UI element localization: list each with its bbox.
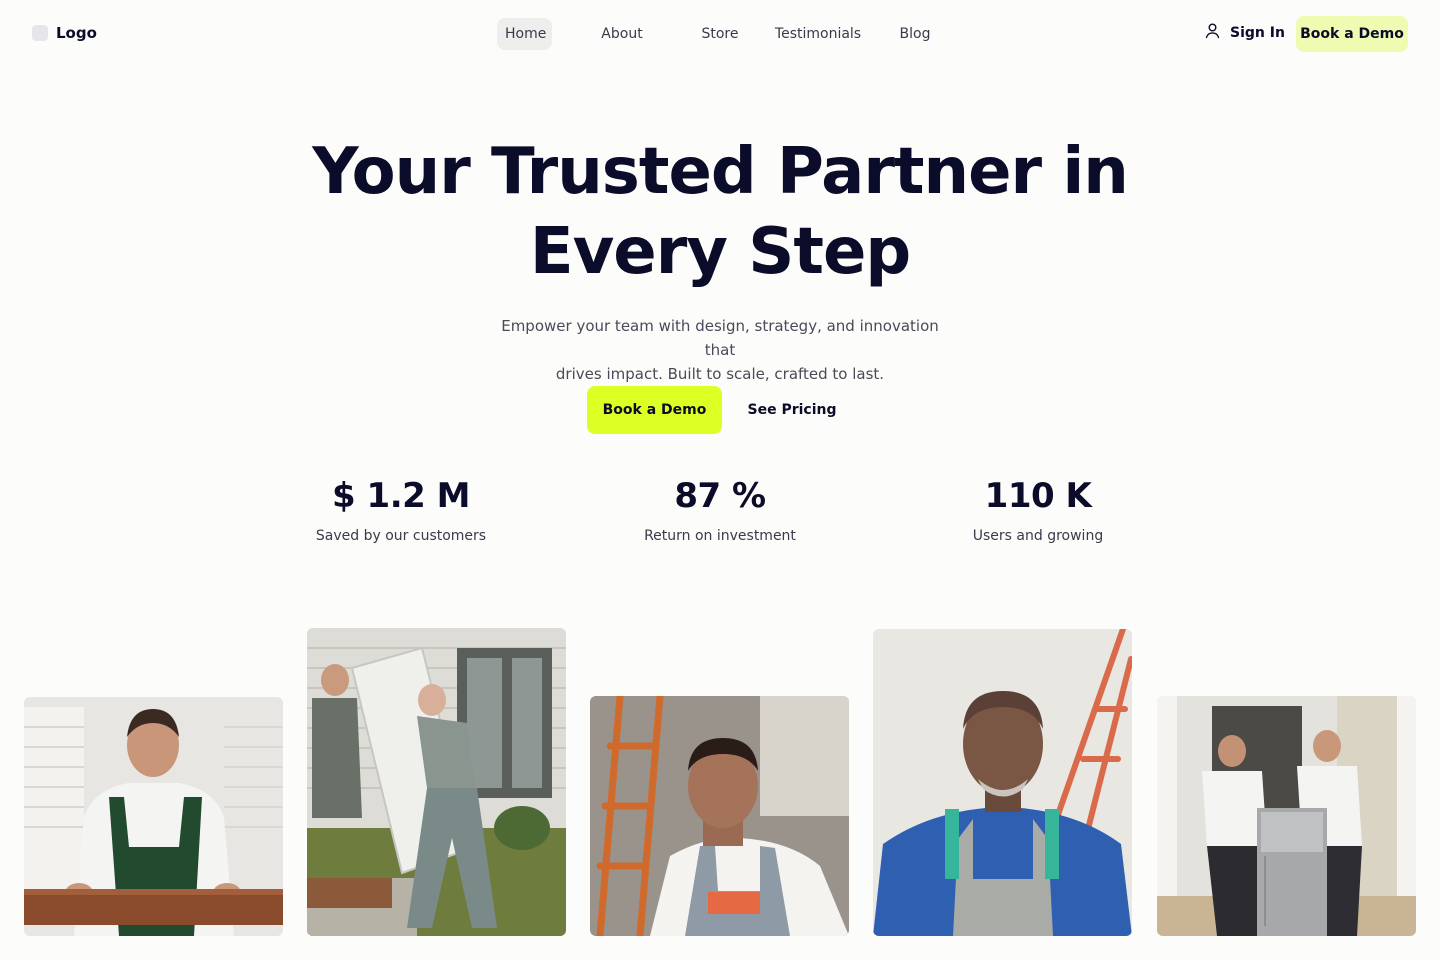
- stat-users: 110 K Users and growing: [918, 474, 1158, 544]
- logo-mark-icon: [32, 25, 48, 41]
- logo-text: Logo: [56, 24, 97, 42]
- hero-subtitle: Empower your team with design, strategy,…: [490, 314, 950, 386]
- photo-painter-portrait: [873, 629, 1132, 936]
- nav-item-blog[interactable]: Blog: [894, 18, 936, 50]
- hero-title-line2: Every Step: [529, 215, 911, 289]
- photo-fridge-movers: [307, 628, 566, 936]
- stat-roi: 87 % Return on investment: [600, 474, 840, 544]
- see-pricing-button[interactable]: See Pricing: [742, 386, 842, 434]
- hero-subtitle-line1: Empower your team with design, strategy,…: [501, 317, 939, 359]
- stat-value: $ 1.2 M: [332, 476, 470, 516]
- stat-saved: $ 1.2 M Saved by our customers: [281, 474, 521, 544]
- hero-subtitle-line2: drives impact. Built to scale, crafted t…: [555, 365, 885, 383]
- nav-item-about[interactable]: About: [592, 18, 652, 50]
- logo[interactable]: Logo: [32, 24, 97, 42]
- book-demo-button[interactable]: Book a Demo: [587, 386, 722, 434]
- photo-fridge-delivery: [1157, 696, 1416, 936]
- nav-item-store[interactable]: Store: [694, 18, 746, 50]
- top-navigation: Logo Home About Store Testimonials Blog …: [0, 0, 1440, 68]
- photo-carpenter: [24, 697, 283, 936]
- hero-title-line1: Your Trusted Partner in: [312, 135, 1129, 209]
- photo-painter-ladder: [590, 696, 849, 936]
- sign-in-link[interactable]: Sign In: [1204, 22, 1285, 43]
- sign-in-label: Sign In: [1230, 24, 1285, 41]
- nav-item-home[interactable]: Home: [497, 18, 552, 50]
- stat-label: Users and growing: [972, 528, 1104, 544]
- stat-label: Saved by our customers: [315, 528, 487, 544]
- stat-label: Return on investment: [644, 528, 796, 544]
- nav-book-demo-button[interactable]: Book a Demo: [1296, 16, 1408, 52]
- stat-value: 110 K: [984, 476, 1092, 516]
- stat-value: 87 %: [674, 476, 766, 516]
- hero-title: Your Trusted Partner in Every Step: [0, 132, 1440, 292]
- nav-item-testimonials[interactable]: Testimonials: [772, 18, 864, 50]
- user-icon: [1204, 22, 1221, 43]
